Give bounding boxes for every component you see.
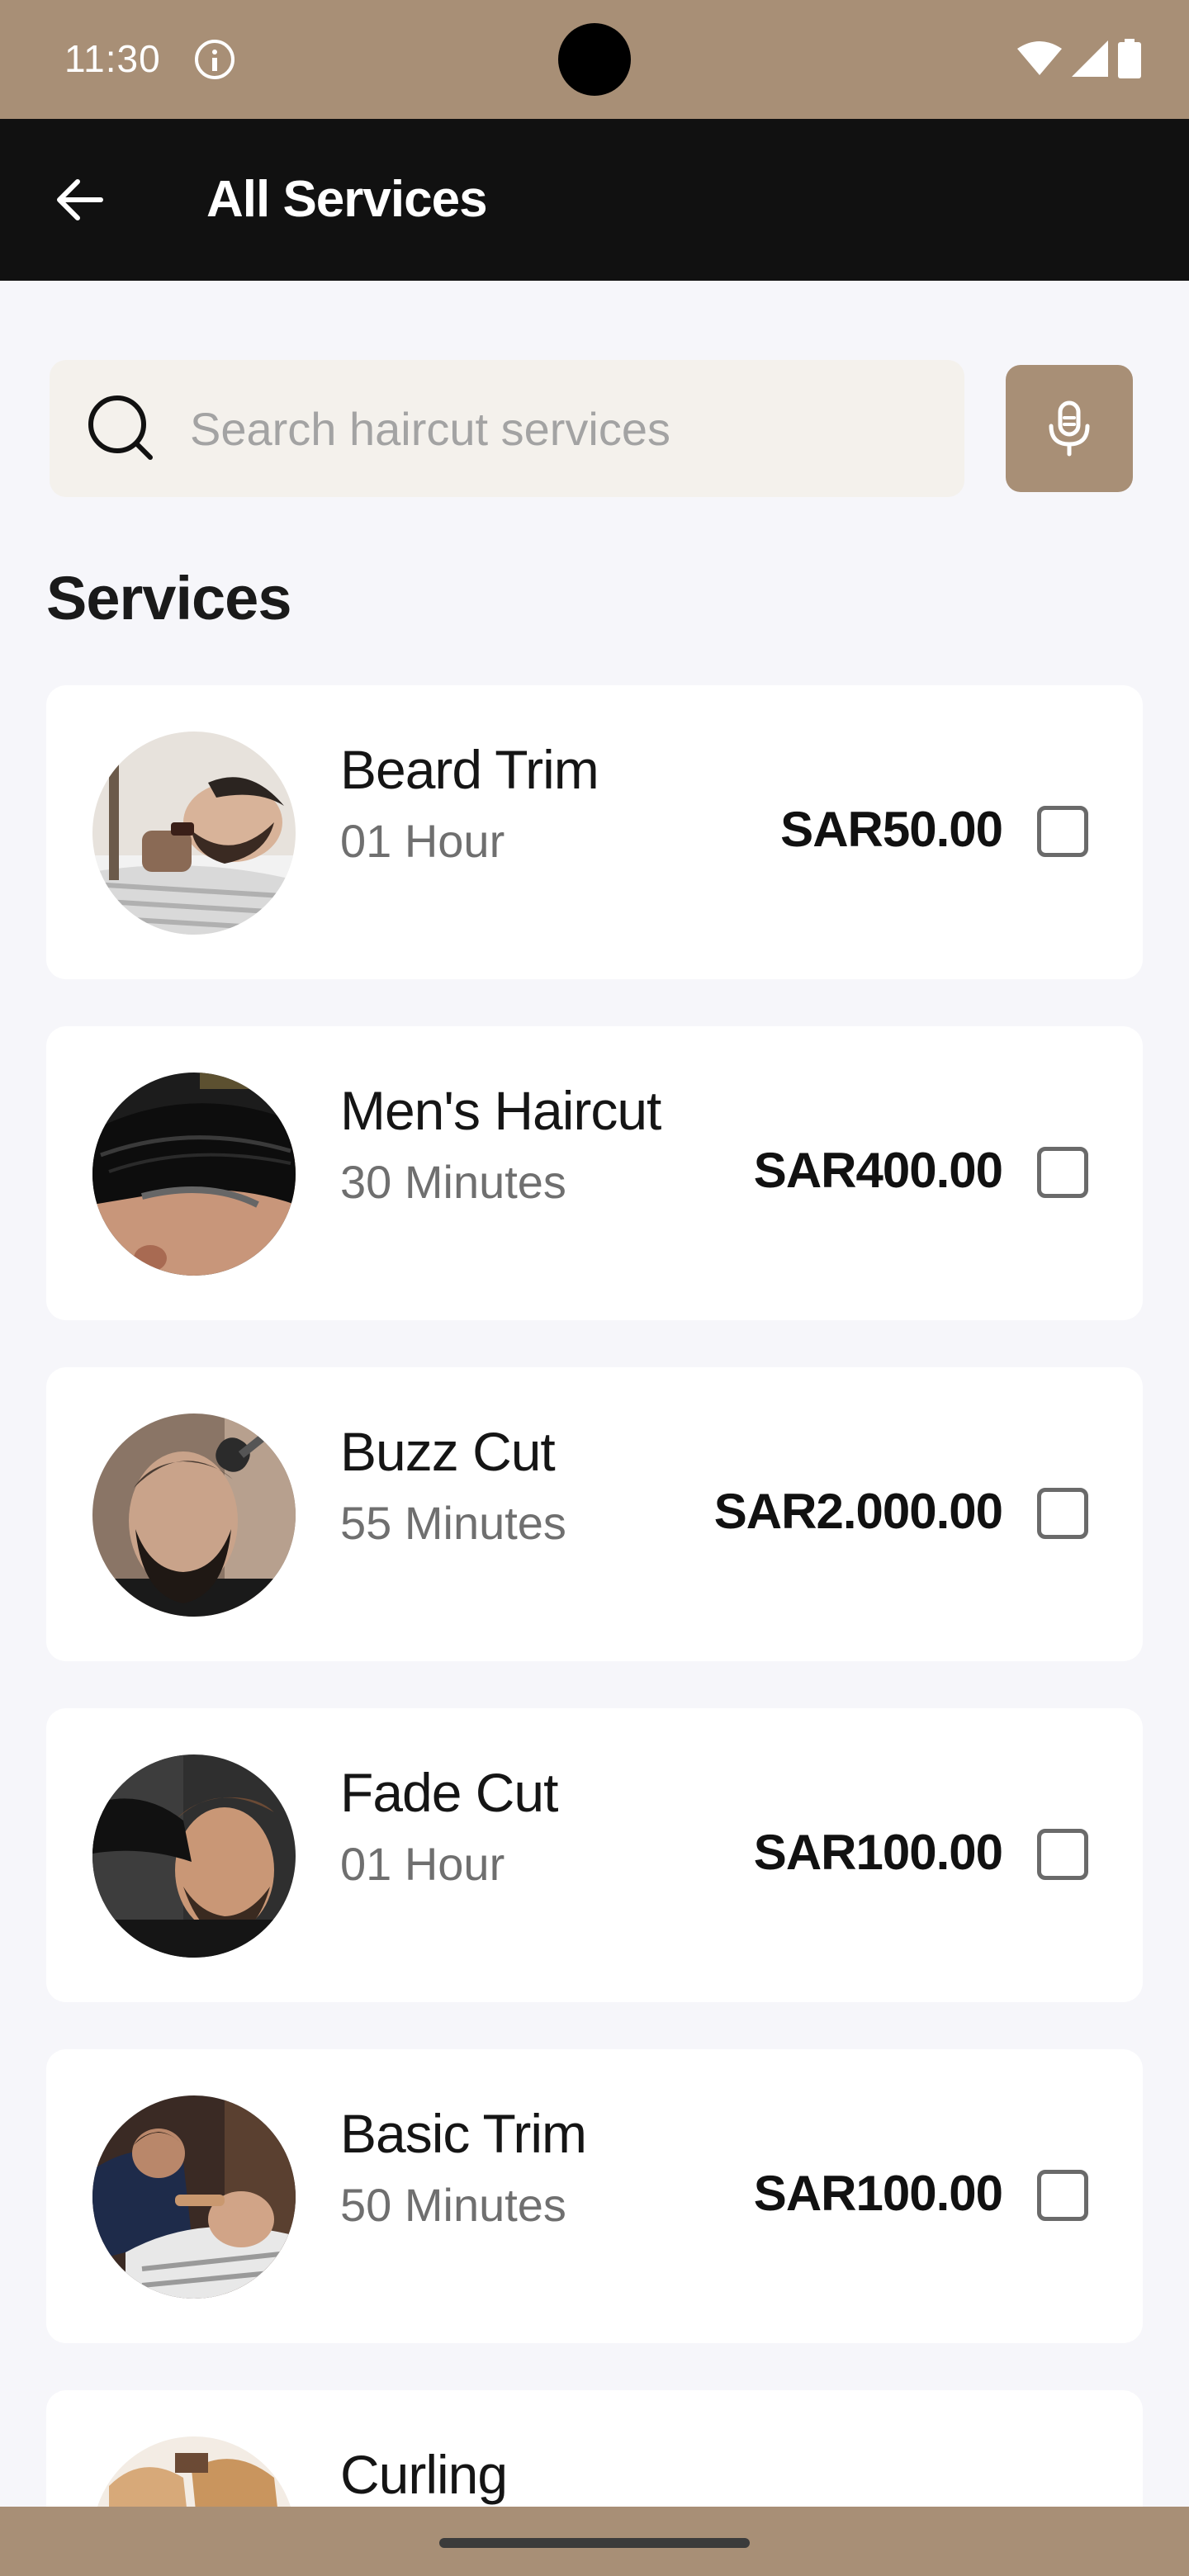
service-card[interactable]: Men's Haircut 30 Minutes SAR400.00	[46, 1026, 1143, 1320]
home-gesture-handle[interactable]	[439, 2538, 750, 2548]
arrow-left-icon	[57, 179, 103, 220]
service-checkbox[interactable]	[1037, 806, 1088, 857]
page-title: All Services	[206, 171, 488, 228]
service-duration: 50 Minutes	[340, 2179, 566, 2231]
service-name: Fade Cut	[340, 1762, 558, 1823]
status-bar: 11:30	[0, 0, 1189, 119]
service-card[interactable]: Beard Trim 01 Hour SAR50.00	[46, 685, 1143, 979]
service-image	[92, 1413, 296, 1617]
service-checkbox[interactable]	[1037, 2170, 1088, 2221]
service-price: SAR400.00	[753, 1143, 1003, 1198]
service-image	[92, 1073, 296, 1276]
service-card[interactable]: Buzz Cut 55 Minutes SAR2.000.00	[46, 1367, 1143, 1661]
service-image	[92, 732, 296, 935]
microphone-icon	[1049, 400, 1090, 457]
service-duration: 01 Hour	[340, 815, 505, 867]
service-checkbox[interactable]	[1037, 1829, 1088, 1880]
service-card[interactable]: Fade Cut 01 Hour SAR100.00	[46, 1708, 1143, 2002]
system-nav-bar	[0, 2507, 1189, 2576]
service-price: SAR100.00	[753, 1825, 1003, 1880]
info-icon	[195, 40, 234, 79]
service-image	[92, 2095, 296, 2299]
service-price: SAR2.000.00	[713, 1484, 1003, 1539]
search-bar[interactable]	[50, 360, 964, 497]
signal-icon	[1072, 40, 1108, 77]
service-name: Beard Trim	[340, 739, 599, 800]
service-duration: 30 Minutes	[340, 1156, 566, 1208]
service-name: Basic Trim	[340, 2103, 587, 2164]
status-time: 11:30	[64, 37, 161, 80]
status-icons	[1017, 38, 1141, 79]
service-duration: 01 Hour	[340, 1838, 505, 1890]
wifi-icon	[1017, 41, 1062, 75]
search-input[interactable]	[190, 391, 933, 466]
service-duration: 55 Minutes	[340, 1497, 566, 1549]
battery-icon	[1118, 39, 1141, 78]
service-price: SAR100.00	[753, 2166, 1003, 2221]
service-name: Curling	[340, 2444, 508, 2505]
voice-search-button[interactable]	[1006, 365, 1133, 492]
service-name: Men's Haircut	[340, 1080, 661, 1141]
service-checkbox[interactable]	[1037, 1488, 1088, 1539]
back-button[interactable]	[46, 167, 112, 233]
service-card[interactable]: Basic Trim 50 Minutes SAR100.00	[46, 2049, 1143, 2343]
section-title: Services	[46, 564, 291, 632]
service-image	[92, 1754, 296, 1958]
camera-cutout	[558, 23, 631, 96]
search-icon	[88, 395, 153, 460]
service-checkbox[interactable]	[1037, 1147, 1088, 1198]
service-price: SAR50.00	[780, 802, 1003, 857]
app-bar: All Services	[0, 119, 1189, 281]
service-name: Buzz Cut	[340, 1421, 556, 1482]
